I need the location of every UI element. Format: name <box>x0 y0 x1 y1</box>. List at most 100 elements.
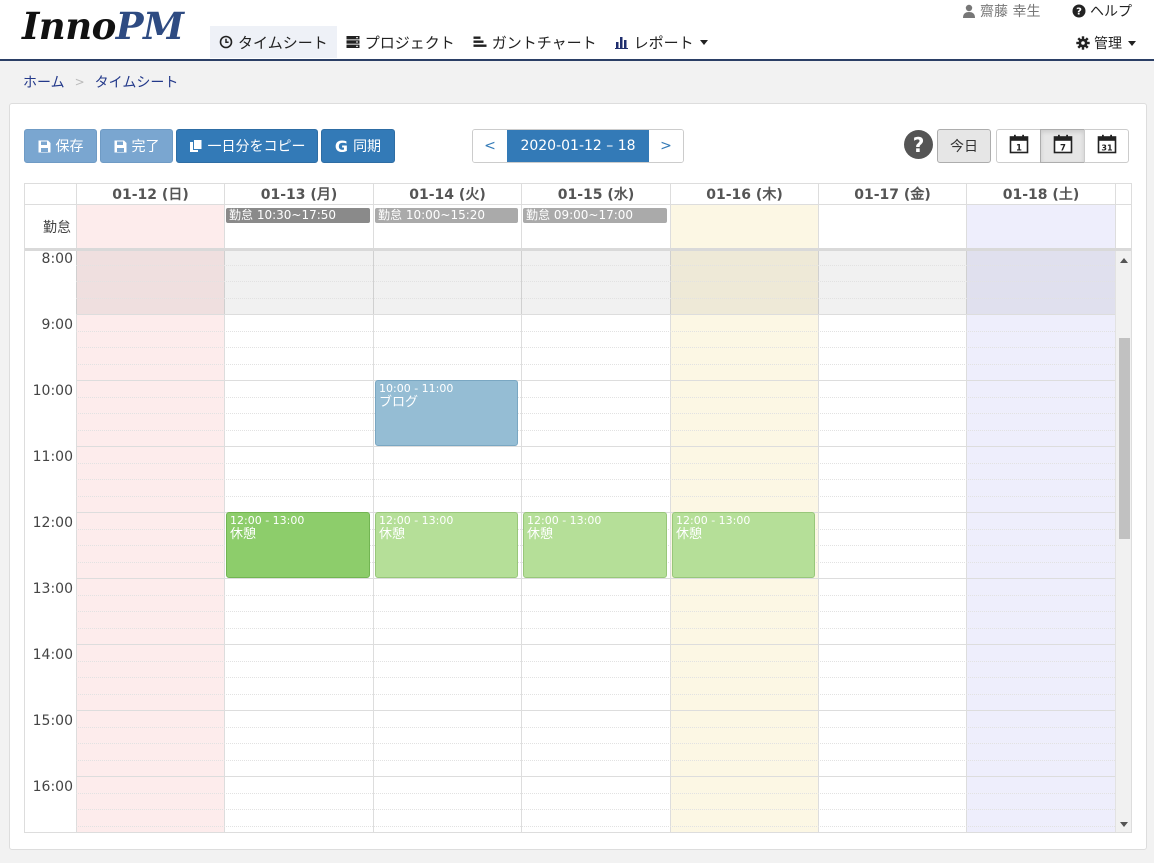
event-time: 10:00 - 11:00 <box>379 382 454 395</box>
allday-cell[interactable] <box>966 205 1115 248</box>
time-label: 13:00 <box>32 581 73 597</box>
attendance-event[interactable]: 勤怠 09:00~17:00 <box>523 208 667 223</box>
time-label: 8:00 <box>41 251 73 267</box>
timesheet-event[interactable]: 12:00 - 13:00 休憩 <box>375 512 518 578</box>
user-icon <box>962 4 976 18</box>
chevron-down-icon <box>1128 40 1136 46</box>
allday-cell[interactable] <box>76 205 224 248</box>
day-column[interactable] <box>966 251 1115 832</box>
breadcrumb-separator: > <box>74 75 85 89</box>
day-header[interactable]: 01-14 (火) <box>373 184 521 205</box>
timesheet-event[interactable]: 10:00 - 11:00 ブログ <box>375 380 518 446</box>
timesheet-event[interactable]: 12:00 - 13:00 休憩 <box>226 512 370 578</box>
slot-line <box>76 826 1115 827</box>
nav-project[interactable]: プロジェクト <box>337 26 464 58</box>
floppy-icon <box>38 140 51 153</box>
hour-line <box>76 776 1115 777</box>
slot-line <box>76 430 1115 431</box>
calendar-day-icon: 1 <box>1009 134 1029 158</box>
slot-line <box>76 496 1115 497</box>
server-icon <box>346 35 360 49</box>
day-column[interactable] <box>76 251 224 832</box>
breadcrumb-home[interactable]: ホーム <box>23 72 65 92</box>
event-time: 12:00 - 13:00 <box>676 514 751 527</box>
attendance-event[interactable]: 勤怠 10:30~17:50 <box>226 208 370 223</box>
nav-gantt[interactable]: ガントチャート <box>464 26 606 58</box>
admin-label: 管理 <box>1094 36 1122 52</box>
day-header[interactable]: 01-15 (水) <box>521 184 670 205</box>
slot-line <box>76 727 1115 728</box>
calendar-time-grid[interactable]: 8:00 9:00 10:00 11:00 12:00 13:00 14:00 15:00 16… <box>25 251 1115 832</box>
event-title: 休憩 <box>527 527 554 542</box>
time-label: 15:00 <box>32 713 73 729</box>
event-time: 12:00 - 13:00 <box>230 514 305 527</box>
hour-line <box>76 644 1115 645</box>
app-logo[interactable]: InnoPM <box>22 4 184 48</box>
day-header[interactable]: 01-18 (土) <box>966 184 1115 205</box>
slot-line <box>76 479 1115 480</box>
time-label: 9:00 <box>41 317 73 333</box>
slot-line <box>76 413 1115 414</box>
event-title: ブログ <box>379 395 419 410</box>
help-link[interactable]: ? ヘルプ <box>1072 1 1132 21</box>
user-menu[interactable]: 齋藤 幸生 <box>962 1 1040 21</box>
done-button[interactable]: 完了 <box>100 129 173 163</box>
slot-line <box>76 331 1115 332</box>
breadcrumb-current[interactable]: タイムシート <box>95 72 179 92</box>
date-pager: < 2020-01-12 – 18 > <box>472 129 684 163</box>
day-header[interactable]: 01-12 (日) <box>76 184 224 205</box>
nav-timesheet-label: タイムシート <box>238 33 328 52</box>
save-button-label: 保存 <box>55 139 84 155</box>
event-title: 休憩 <box>379 527 406 542</box>
attendance-event[interactable]: 勤怠 10:00~15:20 <box>375 208 518 223</box>
slot-line <box>76 364 1115 365</box>
today-button[interactable]: 今日 <box>937 129 991 163</box>
user-name: 齋藤 幸生 <box>980 4 1041 20</box>
allday-cell[interactable] <box>670 205 818 248</box>
allday-filler <box>1115 205 1131 248</box>
day-column[interactable] <box>818 251 966 832</box>
copy-day-button[interactable]: 一日分をコピー <box>176 129 318 163</box>
day-header[interactable]: 01-13 (月) <box>224 184 373 205</box>
chevron-down-icon <box>699 39 708 45</box>
next-week-button[interactable]: > <box>649 130 683 162</box>
logo-text-inno: Inno <box>22 4 116 48</box>
view-day-button[interactable]: 1 <box>996 129 1041 163</box>
admin-menu[interactable]: 管理 <box>1076 33 1136 53</box>
nav-gantt-label: ガントチャート <box>491 33 597 52</box>
help-question-icon[interactable]: ? <box>904 130 933 159</box>
timesheet-event[interactable]: 12:00 - 13:00 休憩 <box>672 512 815 578</box>
allday-cell[interactable] <box>818 205 966 248</box>
day-header[interactable]: 01-17 (金) <box>818 184 966 205</box>
prev-week-button[interactable]: < <box>473 130 507 162</box>
slot-line <box>76 265 1115 266</box>
scroll-thumb[interactable] <box>1119 338 1130 539</box>
scroll-down-arrow-icon[interactable] <box>1120 822 1128 827</box>
slot-line <box>76 281 1115 282</box>
timesheet-event[interactable]: 12:00 - 13:00 休憩 <box>523 512 667 578</box>
slot-line <box>76 809 1115 810</box>
event-title: 休憩 <box>676 527 703 542</box>
header-filler <box>1115 184 1131 205</box>
day-header[interactable]: 01-16 (木) <box>670 184 818 205</box>
sync-button[interactable]: G 同期 <box>321 129 395 163</box>
header-gutter <box>25 184 76 205</box>
calendar-scrollbar[interactable] <box>1115 251 1131 832</box>
view-month-button[interactable]: 31 <box>1084 129 1129 163</box>
slot-line <box>76 793 1115 794</box>
save-button[interactable]: 保存 <box>24 129 97 163</box>
time-label: 12:00 <box>32 515 73 531</box>
nav-report[interactable]: レポート <box>606 26 717 58</box>
slot-line <box>76 661 1115 662</box>
slot-line <box>76 463 1115 464</box>
nav-project-label: プロジェクト <box>364 33 455 52</box>
event-time: 12:00 - 13:00 <box>379 514 454 527</box>
slot-line <box>76 743 1115 744</box>
week-calendar: 勤怠 8:00 9:00 10:00 11:00 12:00 13:00 14:00 15:0… <box>24 183 1132 833</box>
floppy-icon <box>114 140 127 153</box>
nav-timesheet[interactable]: タイムシート <box>210 26 337 58</box>
calendar-day-number: 1 <box>1016 143 1022 153</box>
scroll-up-arrow-icon[interactable] <box>1120 258 1128 263</box>
view-week-button[interactable]: 7 <box>1040 129 1085 163</box>
slot-line <box>76 347 1115 348</box>
